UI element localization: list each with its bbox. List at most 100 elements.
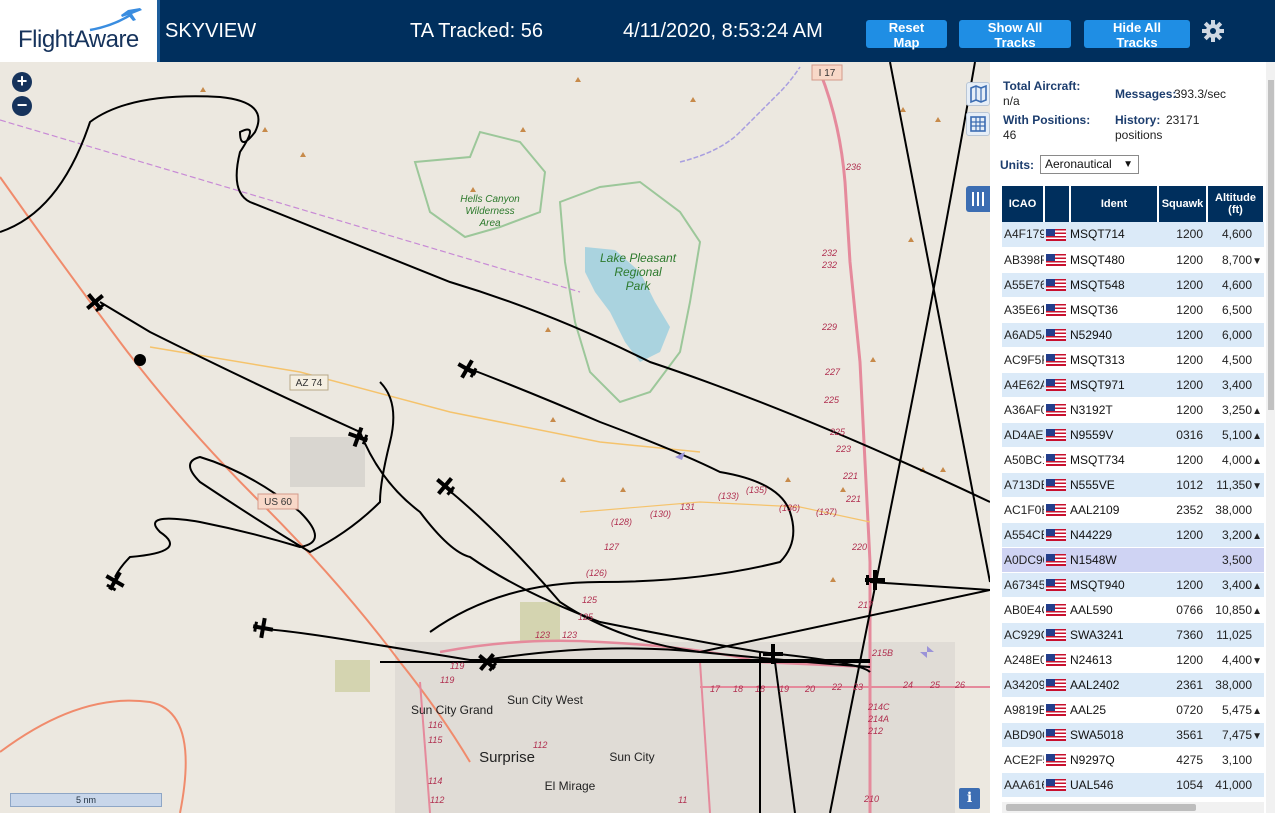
grid-icon[interactable]	[966, 112, 990, 136]
col-altitude-header[interactable]: Altitude (ft)	[1207, 186, 1264, 222]
map-view[interactable]: Hells Canyon Wilderness Area Lake Pleasa…	[0, 62, 990, 813]
table-row[interactable]: AC929C SWA32417360 11,025	[1002, 622, 1264, 648]
sun-city-grand-label: Sun City Grand	[411, 703, 493, 717]
table-row[interactable]: A0DC90 N1548W 3,500	[1002, 547, 1264, 573]
table-row[interactable]: A50BC1MSQT73412004,000▲	[1002, 447, 1264, 473]
table-row[interactable]: A67345 MSQT940 1200 3,400▲	[1002, 572, 1264, 598]
us-flag-icon	[1046, 254, 1066, 267]
flag-cell	[1044, 622, 1070, 648]
info-icon[interactable]: i	[959, 788, 980, 809]
svg-text:(136): (136)	[779, 503, 800, 513]
table-row[interactable]: AB398F MSQT480 1200 8,700▼	[1002, 247, 1264, 273]
table-row[interactable]: A55E76 MSQT548 1200 4,600	[1002, 272, 1264, 298]
altitude: 11,350▼	[1207, 472, 1264, 498]
altitude-trend-icon: ▼	[1252, 730, 1262, 742]
ident: MSQT313	[1070, 347, 1158, 373]
svg-text:225: 225	[829, 427, 846, 437]
table-row[interactable]: ABD90CSWA501835617,475▼	[1002, 722, 1264, 748]
us-flag-icon	[1046, 479, 1066, 492]
svg-text:227: 227	[824, 367, 841, 377]
table-row[interactable]: A713DEN555VE101211,350▼	[1002, 472, 1264, 498]
units-selected-value: Aeronautical	[1045, 157, 1112, 171]
skyview-app: FlightAware SKYVIEW TA Tracked: 56 4/11/…	[0, 0, 1275, 813]
flag-cell	[1044, 472, 1070, 498]
altitude-value: 6,500	[1221, 302, 1252, 317]
ident: N555VE	[1070, 472, 1158, 498]
us-flag-icon	[1046, 329, 1066, 342]
table-row[interactable]: ACE2F5 N9297Q4275 3,100	[1002, 747, 1264, 773]
icao: AC9F5F	[1002, 347, 1044, 373]
squawk: 1200	[1158, 347, 1207, 373]
table-header-row: ICAO Ident Squawk Altitude (ft)	[1002, 186, 1264, 222]
table-row[interactable]: A6AD5A N529401200 6,000	[1002, 322, 1264, 348]
table-row[interactable]: AC9F5F MSQT3131200 4,500	[1002, 347, 1264, 373]
col-icao-header[interactable]: ICAO	[1002, 186, 1045, 222]
icao: A9819B	[1002, 697, 1044, 723]
squawk: 0316	[1158, 422, 1207, 448]
col-squawk-header[interactable]: Squawk	[1158, 186, 1208, 222]
squawk: 1200	[1158, 647, 1207, 673]
table-row[interactable]: AD4AE1N9559V03165,100▲	[1002, 422, 1264, 448]
flag-cell	[1044, 597, 1070, 623]
vertical-scroll-thumb[interactable]	[1268, 80, 1274, 410]
altitude: 6,000	[1207, 322, 1264, 348]
table-row[interactable]: A4F179 MSQT714 1200 4,600	[1002, 222, 1264, 248]
svg-text:119: 119	[450, 661, 464, 671]
flag-cell	[1044, 547, 1070, 573]
table-row[interactable]: A248E0 N24613 1200 4,400▼	[1002, 647, 1264, 673]
tracked-count: TA Tracked: 56	[410, 20, 544, 42]
hide-all-tracks-button[interactable]: Hide All Tracks	[1084, 20, 1190, 50]
altitude: 3,400▲	[1207, 572, 1264, 598]
svg-text:11: 11	[678, 795, 687, 805]
col-ident-header[interactable]: Ident	[1070, 186, 1159, 222]
zoom-in-icon[interactable]: +	[12, 72, 32, 92]
units-select[interactable]: Aeronautical ▼	[1040, 155, 1139, 174]
svg-text:221: 221	[842, 471, 858, 481]
us-flag-icon	[1046, 654, 1066, 667]
svg-text:123: 123	[562, 630, 577, 640]
altitude: 38,000	[1207, 497, 1264, 523]
logo-box[interactable]: FlightAware	[0, 0, 160, 62]
aircraft-table-container[interactable]: ICAO Ident Squawk Altitude (ft) A4F179 MSQ…	[1002, 186, 1264, 802]
squawk: 3561	[1158, 722, 1207, 748]
ident: N3192T	[1070, 397, 1158, 423]
altitude-value: 6,000	[1221, 327, 1252, 342]
altitude-value: 5,475	[1221, 702, 1252, 717]
table-row[interactable]: A9819B AAL25 0720 5,475▲	[1002, 697, 1264, 723]
table-row[interactable]: AAA616 UAL546 1054 41,000	[1002, 772, 1264, 798]
squawk: 0720	[1158, 697, 1207, 723]
table-row[interactable]: A34209 AAL2402 2361 38,000	[1002, 672, 1264, 698]
altitude: 41,000	[1207, 772, 1264, 798]
panel-toggle-icon[interactable]	[966, 186, 990, 212]
map-layer-icon[interactable]	[966, 82, 990, 106]
ident: MSQT734	[1070, 447, 1158, 473]
aircraft-panel: Total Aircraft: n/a With Positions: 46 M…	[990, 62, 1275, 813]
svg-text:(135): (135)	[746, 485, 767, 495]
squawk: 1200	[1158, 372, 1207, 398]
svg-text:(126): (126)	[586, 568, 607, 578]
show-all-tracks-button[interactable]: Show All Tracks	[959, 20, 1071, 50]
squawk: 1200	[1158, 322, 1207, 348]
altitude: 11,025	[1207, 622, 1264, 648]
table-row[interactable]: AB0E4CAAL590076610,850▲	[1002, 597, 1264, 623]
table-row[interactable]: A36AF0 N3192T 1200 3,250▲	[1002, 397, 1264, 423]
ident: N9559V	[1070, 422, 1158, 448]
reset-map-button[interactable]: Reset Map	[866, 20, 947, 50]
altitude: 3,200▲	[1207, 522, 1264, 548]
gear-icon[interactable]	[1201, 19, 1225, 43]
squawk: 1200	[1158, 297, 1207, 323]
squawk: 7360	[1158, 622, 1207, 648]
squawk: 2352	[1158, 497, 1207, 523]
table-row[interactable]: A4E62A MSQT971 1200 3,400	[1002, 372, 1264, 398]
svg-text:112: 112	[533, 740, 547, 750]
horizontal-scroll-thumb[interactable]	[1006, 804, 1196, 811]
flag-cell	[1044, 747, 1070, 773]
col-flag-header[interactable]	[1044, 186, 1071, 222]
flag-cell	[1044, 222, 1070, 248]
table-row[interactable]: A35E61 MSQT36 1200 6,500	[1002, 297, 1264, 323]
table-row[interactable]: AC1F0E AAL21092352 38,000	[1002, 497, 1264, 523]
zoom-out-icon[interactable]: −	[12, 96, 32, 116]
map-base[interactable]: Hells Canyon Wilderness Area Lake Pleasa…	[0, 62, 990, 813]
flag-cell	[1044, 447, 1070, 473]
table-row[interactable]: A554CBN4422912003,200▲	[1002, 522, 1264, 548]
